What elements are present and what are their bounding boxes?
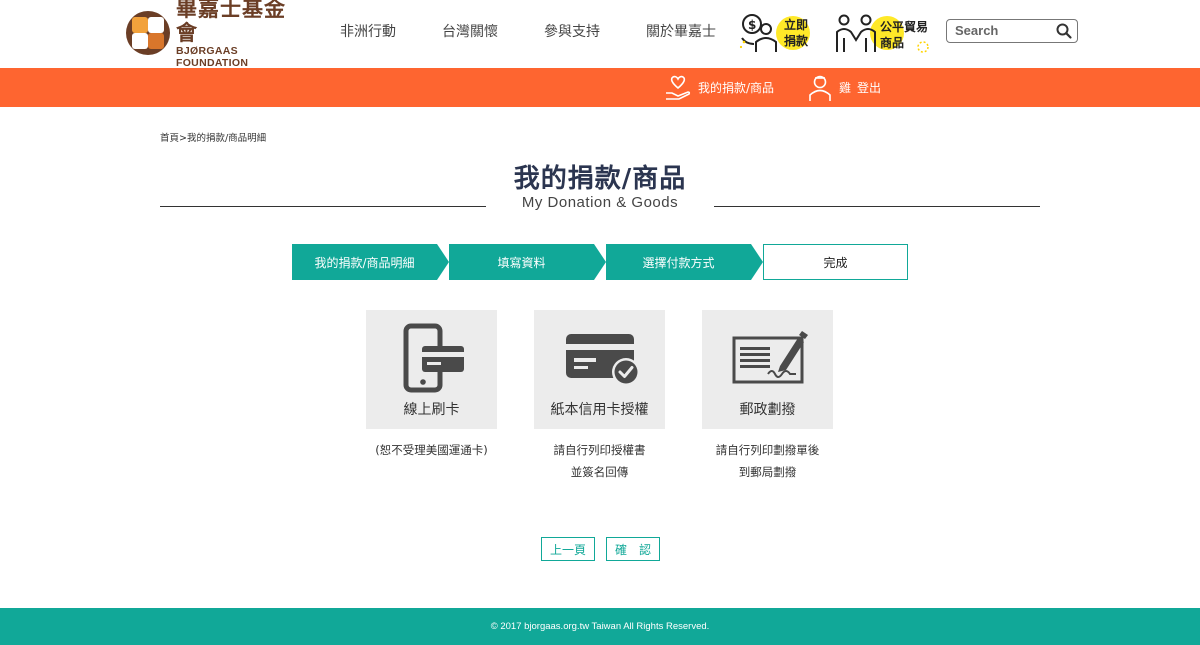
- nav-item-about[interactable]: 關於畢嘉士: [646, 22, 716, 42]
- handshake-people-icon: [836, 14, 876, 52]
- payment-card: 線上刷卡: [366, 310, 497, 429]
- my-donation-label: 我的捐款/商品: [698, 81, 775, 95]
- prev-page-button[interactable]: 上一頁: [541, 537, 595, 561]
- donate-label-line2: 捐款: [784, 34, 809, 48]
- user-icon: [809, 75, 831, 101]
- nav-item-support[interactable]: 參與支持: [544, 22, 600, 42]
- site-logo[interactable]: 畢嘉士基金會 BJØRGAAS FOUNDATION: [126, 0, 306, 69]
- payment-note-line2: 並簽名回傳: [570, 465, 629, 479]
- confirm-button[interactable]: 確 認: [606, 537, 660, 561]
- payment-label: 郵政劃撥: [739, 402, 796, 418]
- payment-note-line1: (恕不受理美國運通卡): [375, 443, 488, 457]
- logo-name-zh: 畢嘉士基金會: [176, 0, 286, 45]
- page-subtitle: My Donation & Goods: [521, 194, 679, 211]
- payment-note: (恕不受理美國運通卡): [346, 439, 517, 461]
- breadcrumb-current: 我的捐款/商品明細: [186, 133, 267, 144]
- step-complete: 完成: [763, 244, 908, 280]
- heart-hand-icon: [666, 75, 691, 100]
- payment-note-line1: 請自行列印授權書: [553, 443, 646, 457]
- nav-item-taiwan[interactable]: 台灣關懷: [442, 22, 498, 42]
- logout-link[interactable]: 登出: [857, 79, 881, 96]
- payment-note: 請自行列印授權書 並簽名回傳: [514, 439, 685, 483]
- payment-note-line1: 請自行列印劃撥單後: [715, 443, 820, 457]
- step-label: 我的捐款/商品明細: [314, 255, 415, 270]
- user-logout-area[interactable]: 雞 登出: [807, 68, 881, 107]
- footer-copyright: © 2017 bjorgaas.org.tw Taiwan All Rights…: [490, 621, 710, 632]
- breadcrumb-home[interactable]: 首頁: [160, 133, 179, 144]
- svg-text:$: $: [748, 18, 756, 32]
- step-label: 填寫資料: [497, 255, 546, 270]
- site-footer: © 2017 bjorgaas.org.tw Taiwan All Rights…: [0, 608, 1200, 645]
- logo-text: 畢嘉士基金會 BJØRGAAS FOUNDATION: [176, 0, 306, 69]
- sparkle-icon: [917, 41, 929, 53]
- donate-now-button[interactable]: $ 立即 捐款: [738, 12, 818, 54]
- my-donation-link[interactable]: 我的捐款/商品: [664, 68, 774, 107]
- breadcrumb-separator: >: [179, 133, 187, 144]
- step-details: 我的捐款/商品明細: [292, 244, 449, 280]
- step-payment: 選擇付款方式: [606, 244, 763, 280]
- fairtrade-label-line1: 公平貿易: [880, 20, 929, 34]
- payment-postal-transfer[interactable]: 郵政劃撥 請自行列印劃撥單後 到郵局劃撥: [702, 310, 833, 483]
- search-input[interactable]: [947, 20, 1051, 41]
- payment-online-card[interactable]: 線上刷卡 (恕不受理美國運通卡): [366, 310, 497, 461]
- payment-paper-authorization[interactable]: 紙本信用卡授權 請自行列印授權書 並簽名回傳: [534, 310, 665, 483]
- site-header: 畢嘉士基金會 BJØRGAAS FOUNDATION 非洲行動 台灣關懷 參與支…: [0, 0, 1200, 69]
- credit-card-check-icon: [566, 334, 640, 386]
- payment-label: 線上刷卡: [403, 402, 460, 418]
- mobile-card-icon: [403, 323, 464, 393]
- step-fill-info: 填寫資料: [449, 244, 606, 280]
- puzzle-logo-icon: [126, 11, 170, 55]
- step-arrow: [751, 244, 763, 280]
- nav-item-africa[interactable]: 非洲行動: [340, 22, 396, 42]
- payment-label: 紙本信用卡授權: [550, 402, 649, 418]
- payment-note-line2: 到郵局劃撥: [738, 465, 797, 479]
- donate-label-line1: 立即: [784, 18, 809, 32]
- payment-card: 紙本信用卡授權: [534, 310, 665, 429]
- logo-name-en: BJØRGAAS FOUNDATION: [176, 45, 249, 69]
- check-signing-icon: [732, 331, 808, 384]
- search-box: [946, 19, 1078, 43]
- breadcrumb: 首頁>我的捐款/商品明細: [160, 130, 266, 144]
- payment-card: 郵政劃撥: [702, 310, 833, 429]
- fairtrade-label-line2: 商品: [880, 36, 905, 50]
- step-arrow: [437, 244, 449, 280]
- step-arrow: [594, 244, 606, 280]
- payment-note: 請自行列印劃撥單後 到郵局劃撥: [682, 439, 853, 483]
- search-icon[interactable]: [1055, 22, 1073, 40]
- step-label: 選擇付款方式: [642, 255, 715, 270]
- member-bar: 我的捐款/商品 雞 登出: [0, 68, 1200, 107]
- user-name: 雞: [839, 81, 852, 95]
- page-title: 我的捐款/商品: [513, 164, 687, 194]
- progress-steps: 我的捐款/商品明細 填寫資料 選擇付款方式 完成: [292, 244, 908, 280]
- main-nav: 非洲行動 台灣關懷 參與支持 關於畢嘉士: [340, 22, 762, 42]
- donor-money-icon: $: [739, 14, 777, 52]
- step-label: 完成: [823, 255, 848, 270]
- fair-trade-button[interactable]: 公平貿易 商品: [834, 12, 934, 54]
